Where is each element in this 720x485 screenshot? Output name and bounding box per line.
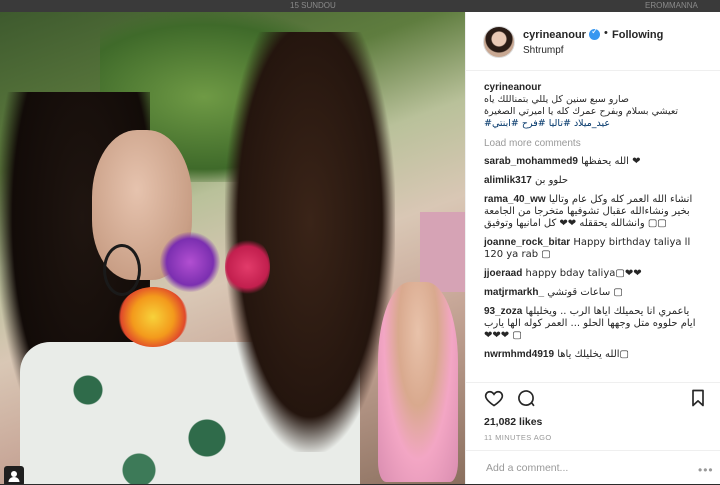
top-strip-right-text: EROMMANNA [645, 1, 698, 10]
comment-username[interactable]: nwrmhmd4919 [484, 349, 554, 360]
hoop-earring [103, 244, 141, 296]
comment-username[interactable]: 93_zoza [484, 306, 522, 317]
caption-line-2: تعيشي بسلام وبفرح عمرك كله يا اميرتي الص… [484, 106, 679, 117]
following-button[interactable]: Following [612, 29, 663, 41]
more-options-icon[interactable]: ••• [698, 463, 714, 477]
likes-count[interactable]: 21,082 likes [484, 416, 542, 428]
comment-username[interactable]: sarab_mohammed9 [484, 156, 578, 167]
comment-text: حلوو بن [535, 175, 569, 186]
person-tag-icon[interactable] [4, 466, 24, 484]
post-location[interactable]: Shtrumpf [523, 45, 564, 56]
post-header: cyrineanour • Following Shtrumpf [466, 12, 720, 71]
comment-username[interactable]: jjoeraad [484, 268, 522, 279]
flower-lei-purple [160, 232, 220, 292]
post-photo[interactable] [0, 12, 465, 484]
child-in-background [378, 282, 458, 482]
comment-text: الله يحفظها ❤ [581, 156, 641, 167]
caption-username[interactable]: cyrineanour [484, 82, 706, 93]
flower-lei-red [225, 237, 270, 297]
comment-bubble-icon[interactable] [516, 388, 536, 408]
comment-username[interactable]: joanne_rock_bitar [484, 237, 570, 248]
top-strip-left-text: 15 SUNDOU [290, 1, 336, 10]
comment-username[interactable]: alimlik317 [484, 175, 532, 186]
verified-badge-icon [589, 27, 600, 40]
comment-item: jjoeraad happy bday taliya▢❤❤ [484, 268, 706, 280]
comment-text: happy bday taliya▢❤❤ [525, 268, 642, 279]
comment-item: rama_40_ww انشاء الله العمر كله وكل عام … [484, 194, 706, 230]
comment-item: sarab_mohammed9 الله يحفظها ❤ [484, 156, 706, 168]
profile-avatar[interactable] [483, 26, 515, 58]
background-pool [420, 212, 465, 292]
comment-username[interactable]: matjrmarkh_ [484, 287, 544, 298]
caption-line-1: صارو سبع سنين كل يللي بتمناللك ياه [484, 94, 629, 105]
post-actions-bar [466, 382, 720, 409]
header-username[interactable]: cyrineanour [523, 29, 586, 41]
comment-item: joanne_rock_bitar Happy birthday taliya … [484, 237, 706, 261]
heart-icon[interactable] [484, 388, 504, 408]
comment-item: alimlik317 حلوو بن [484, 175, 706, 187]
flower-lei-yellow [118, 287, 188, 347]
comment-item: matjrmarkh_ ساعات قوتشي ▢ [484, 287, 706, 299]
caption-text: صارو سبع سنين كل يللي بتمناللك ياه تعيشي… [484, 94, 706, 130]
post-panel: cyrineanour • Following Shtrumpf cyrinea… [465, 12, 720, 484]
comments-section: cyrineanour صارو سبع سنين كل يللي بتمنال… [484, 82, 706, 368]
bookmark-icon[interactable] [688, 388, 708, 408]
header-separator: • [604, 27, 608, 39]
comment-username[interactable]: rama_40_ww [484, 194, 546, 205]
comment-text: الله يخليلك ياها▢ [557, 349, 629, 360]
load-more-comments-link[interactable]: Load more comments [484, 138, 706, 149]
top-strip: 15 SUNDOU EROMMANNA [0, 0, 720, 12]
comment-text: ساعات قوتشي ▢ [547, 287, 623, 298]
add-comment-input[interactable] [484, 461, 688, 475]
post-timestamp[interactable]: 11 MINUTES AGO [484, 433, 552, 442]
caption-hashtags[interactable]: #عيد_ميلاد #تاليا #فرح #ابنتي [484, 118, 706, 130]
comment-item: 93_zoza ياعمري انا يحميلك اياها الرب .. … [484, 306, 706, 342]
comment-item: nwrmhmd4919 الله يخليلك ياها▢ [484, 349, 706, 361]
add-comment-bar: ••• [466, 450, 720, 485]
